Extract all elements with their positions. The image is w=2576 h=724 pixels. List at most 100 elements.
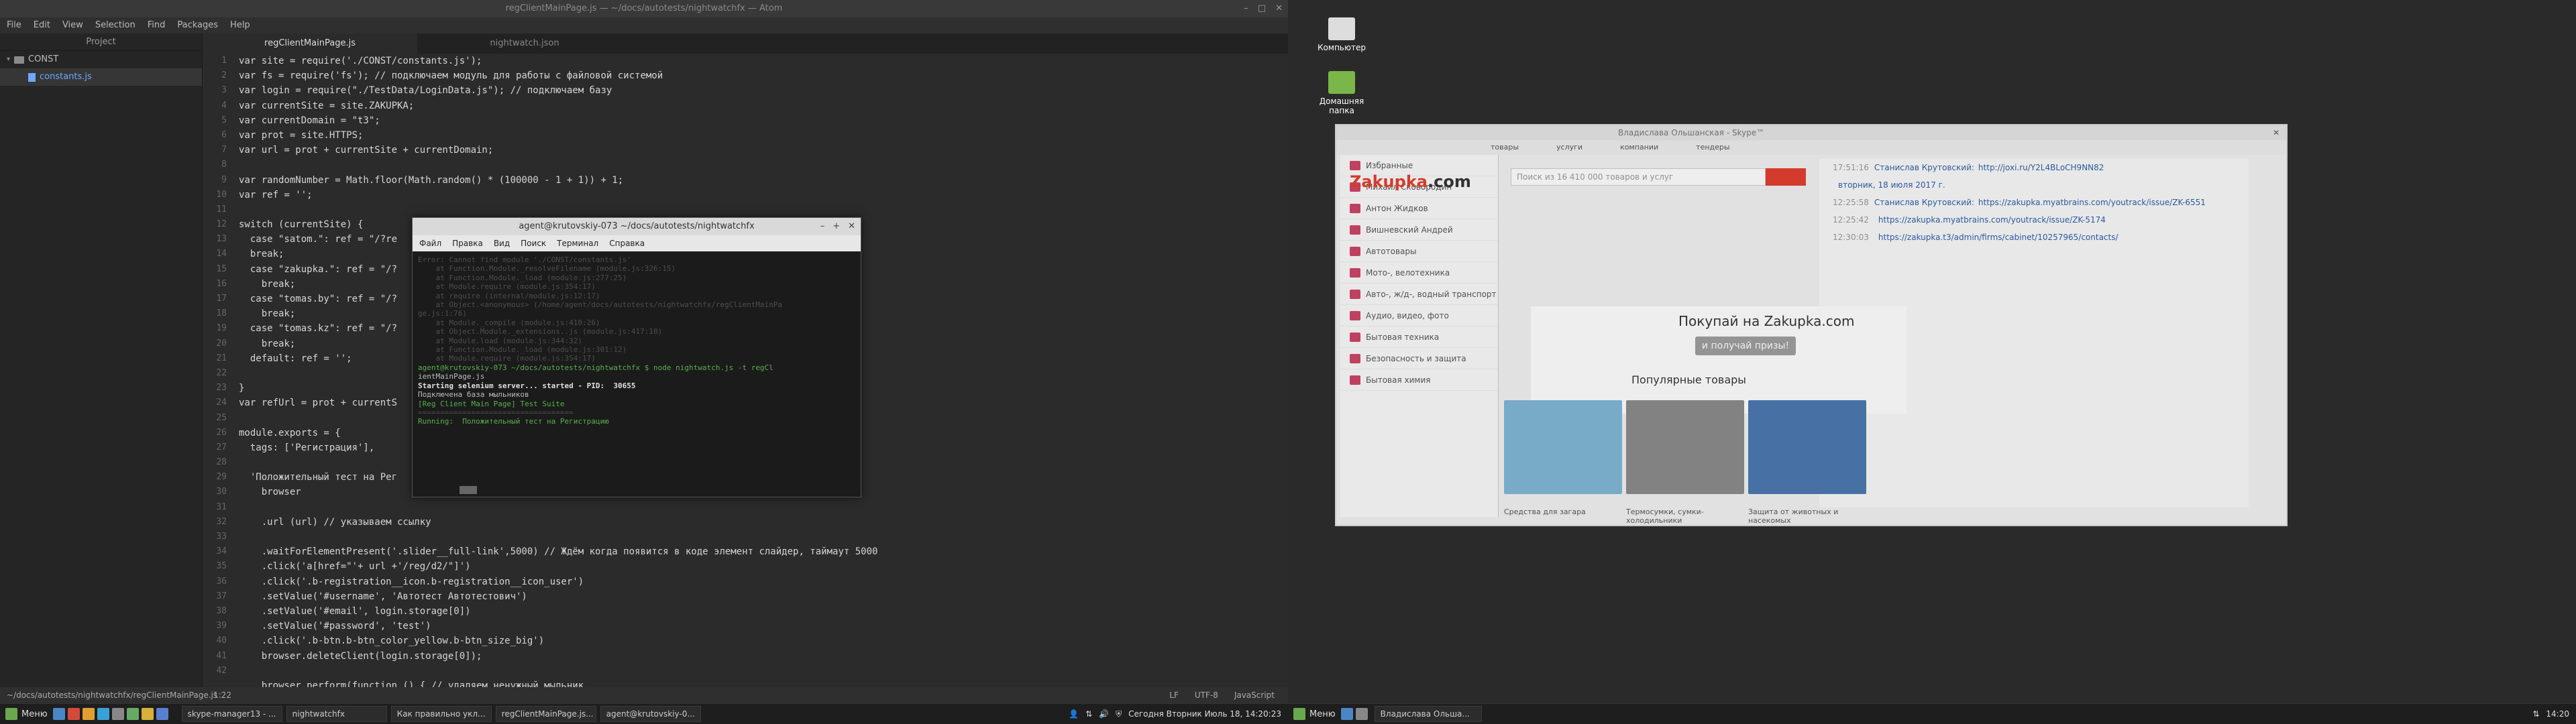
chat-link[interactable]: https://zakupka.myatbrains.com/youtrack/…: [1878, 215, 2106, 225]
files-launcher-icon[interactable]: [1340, 708, 1353, 720]
shield-icon[interactable]: ⛨: [1116, 709, 1122, 719]
sidebar-item[interactable]: Безопасность и защита: [1340, 348, 1498, 369]
code-line[interactable]: var ref = '';: [239, 188, 1279, 202]
chat-message[interactable]: 12:25:58 Станислав Крутовский: https://zak…: [1819, 194, 2249, 211]
browser-launcher-icon[interactable]: [67, 708, 80, 720]
terminal-menu-help[interactable]: Справка: [609, 235, 645, 251]
status-grammar[interactable]: JavaScript: [1234, 687, 1275, 703]
start-menu-button[interactable]: Меню: [0, 708, 53, 720]
taskbar-task-atom[interactable]: regClientMainPage.js...: [495, 706, 596, 722]
app-launcher-icon[interactable]: [156, 708, 168, 720]
maximize-icon[interactable]: +: [833, 218, 840, 235]
nav-tenders[interactable]: тендеры: [1696, 140, 1729, 155]
chat-link[interactable]: http://joxi.ru/Y2L4BLoCH9NN82: [1978, 163, 2104, 172]
taskbar-task-skype-chat[interactable]: Владислава Ольша...: [1374, 706, 1482, 722]
code-line[interactable]: [239, 664, 1279, 678]
tree-file-constants[interactable]: constants.js: [0, 68, 202, 86]
sidebar-item[interactable]: Бытовая химия: [1340, 369, 1498, 391]
terminal-menu-file[interactable]: Файл: [419, 235, 441, 251]
status-cursor-position[interactable]: 1:22: [213, 687, 231, 703]
code-line[interactable]: .url (url) // указываем ссылку: [239, 515, 1279, 530]
terminal-output[interactable]: Error: Cannot find module './CONST/const…: [413, 251, 861, 487]
menu-selection[interactable]: Selection: [95, 17, 136, 34]
clock[interactable]: Сегодня Вторник Июль 18, 14:20:23: [1128, 709, 1281, 719]
code-line[interactable]: var prot = site.HTTPS;: [239, 128, 1279, 143]
status-file-path[interactable]: ~/docs/autotests/nightwatchfx/regClientM…: [7, 687, 217, 703]
skype-browser-window[interactable]: Владислава Ольшанская - Skype™ ✕ товары …: [1335, 124, 2288, 526]
terminal-launcher-icon[interactable]: [111, 708, 124, 720]
chat-message[interactable]: вторник, 18 июля 2017 г.: [1819, 176, 2249, 194]
star-launcher-icon[interactable]: [141, 708, 154, 720]
code-line[interactable]: .setValue('#email', login.storage[0]): [239, 604, 1279, 619]
firefox-launcher-icon[interactable]: [82, 708, 95, 720]
sidebar-item[interactable]: Вишневский Андрей: [1340, 219, 1498, 241]
menu-help[interactable]: Help: [230, 17, 250, 34]
menu-edit[interactable]: Edit: [34, 17, 50, 34]
code-line[interactable]: var site = require('./CONST/constants.js…: [239, 54, 1279, 68]
search-button[interactable]: [1766, 168, 1806, 186]
product-card-image[interactable]: [1748, 400, 1866, 494]
app-launcher-icon[interactable]: [126, 708, 139, 720]
taskbar-task-terminal[interactable]: agent@krutovskiy-0...: [600, 706, 701, 722]
close-icon[interactable]: ✕: [848, 218, 855, 235]
terminal-menu-edit[interactable]: Правка: [452, 235, 483, 251]
code-line[interactable]: var url = prot + currentSite + currentDo…: [239, 143, 1279, 158]
start-menu-button[interactable]: Меню: [1288, 708, 1341, 720]
product-card-label[interactable]: Защита от животных и насекомых: [1748, 507, 1866, 525]
status-line-ending[interactable]: LF: [1169, 687, 1179, 703]
desktop-icon-computer[interactable]: Компьютер: [1308, 17, 1375, 52]
files-launcher-icon[interactable]: [52, 708, 65, 720]
tree-folder-const[interactable]: ▾ CONST: [0, 51, 202, 68]
sidebar-item[interactable]: Автотовары: [1340, 241, 1498, 262]
terminal-menu-search[interactable]: Поиск: [521, 235, 546, 251]
menu-view[interactable]: View: [62, 17, 83, 34]
skype-launcher-icon[interactable]: [97, 708, 109, 720]
code-line[interactable]: .click('.b-registration__icon.b-registra…: [239, 575, 1279, 589]
terminal-menu-view[interactable]: Вид: [494, 235, 510, 251]
site-search-input[interactable]: Поиск из 16 410 000 товаров и услуг: [1511, 168, 1766, 186]
clock[interactable]: 14:20: [2546, 709, 2569, 719]
close-icon[interactable]: ✕: [1275, 0, 1283, 17]
sidebar-item[interactable]: Бытовая техника: [1340, 326, 1498, 348]
terminal-launcher-icon[interactable]: [1355, 708, 1368, 720]
nav-services[interactable]: услуги: [1556, 140, 1582, 155]
chat-message[interactable]: 17:51:16 Станислав Крутовский: http://joxi…: [1819, 159, 2249, 176]
close-icon[interactable]: ✕: [2273, 125, 2279, 140]
network-icon[interactable]: ⇅: [1085, 709, 1092, 719]
code-line[interactable]: .waitForElementPresent('.slider__full-li…: [239, 544, 1279, 559]
code-line[interactable]: .click('.b-btn.b-btn_color_yellow.b-btn_…: [239, 634, 1279, 648]
nav-companies[interactable]: компании: [1620, 140, 1658, 155]
code-line[interactable]: var currentDomain = "t3";: [239, 113, 1279, 128]
network-icon[interactable]: ⇅: [2532, 709, 2539, 719]
taskbar-task-browser[interactable]: Как правильно укл...: [390, 706, 492, 722]
desktop-icon-home[interactable]: Домашняя папка: [1308, 71, 1375, 115]
minimize-icon[interactable]: –: [820, 218, 825, 235]
code-line[interactable]: browser.deleteClient(login.storage[0]);: [239, 649, 1279, 664]
volume-icon[interactable]: 🔊: [1099, 709, 1109, 719]
code-line[interactable]: var randomNumber = Math.floor(Math.rando…: [239, 173, 1279, 188]
terminal-menu-terminal[interactable]: Терминал: [557, 235, 598, 251]
nav-goods[interactable]: товары: [1491, 140, 1519, 155]
code-line[interactable]: [239, 530, 1279, 544]
sidebar-item[interactable]: Антон Жидков: [1340, 198, 1498, 219]
code-line[interactable]: [239, 500, 1279, 515]
product-card-label[interactable]: Средства для загара: [1504, 507, 1622, 516]
code-line[interactable]: [239, 202, 1279, 217]
chat-message[interactable]: 12:25:42 https://zakupka.myatbrains.com/y…: [1819, 211, 2249, 229]
maximize-icon[interactable]: □: [1258, 0, 1266, 17]
tab-regclientmainpage[interactable]: regClientMainPage.js: [203, 34, 417, 54]
promo-button[interactable]: и получай призы!: [1695, 337, 1796, 355]
chat-link[interactable]: https://zakupka.myatbrains.com/youtrack/…: [1978, 198, 2206, 207]
product-card-label[interactable]: Термосумки, сумки-холодильники: [1626, 507, 1744, 525]
taskbar-task-skype-manager[interactable]: skype-manager13 - ...: [181, 706, 282, 722]
minimize-icon[interactable]: –: [1244, 0, 1248, 17]
code-line[interactable]: .setValue('#password', 'test'): [239, 619, 1279, 634]
product-card-image[interactable]: [1626, 400, 1744, 494]
user-icon[interactable]: 👤: [1069, 709, 1079, 719]
sidebar-item[interactable]: Аудио, видео, фото: [1340, 305, 1498, 326]
menu-packages[interactable]: Packages: [177, 17, 218, 34]
code-line[interactable]: [239, 158, 1279, 172]
code-line[interactable]: var currentSite = site.ZAKUPKA;: [239, 99, 1279, 113]
chat-message[interactable]: 12:30:03 https://zakupka.t3/admin/firms/c…: [1819, 229, 2249, 246]
terminal-window[interactable]: agent@krutovskiy-073 ~/docs/autotests/ni…: [412, 217, 861, 497]
